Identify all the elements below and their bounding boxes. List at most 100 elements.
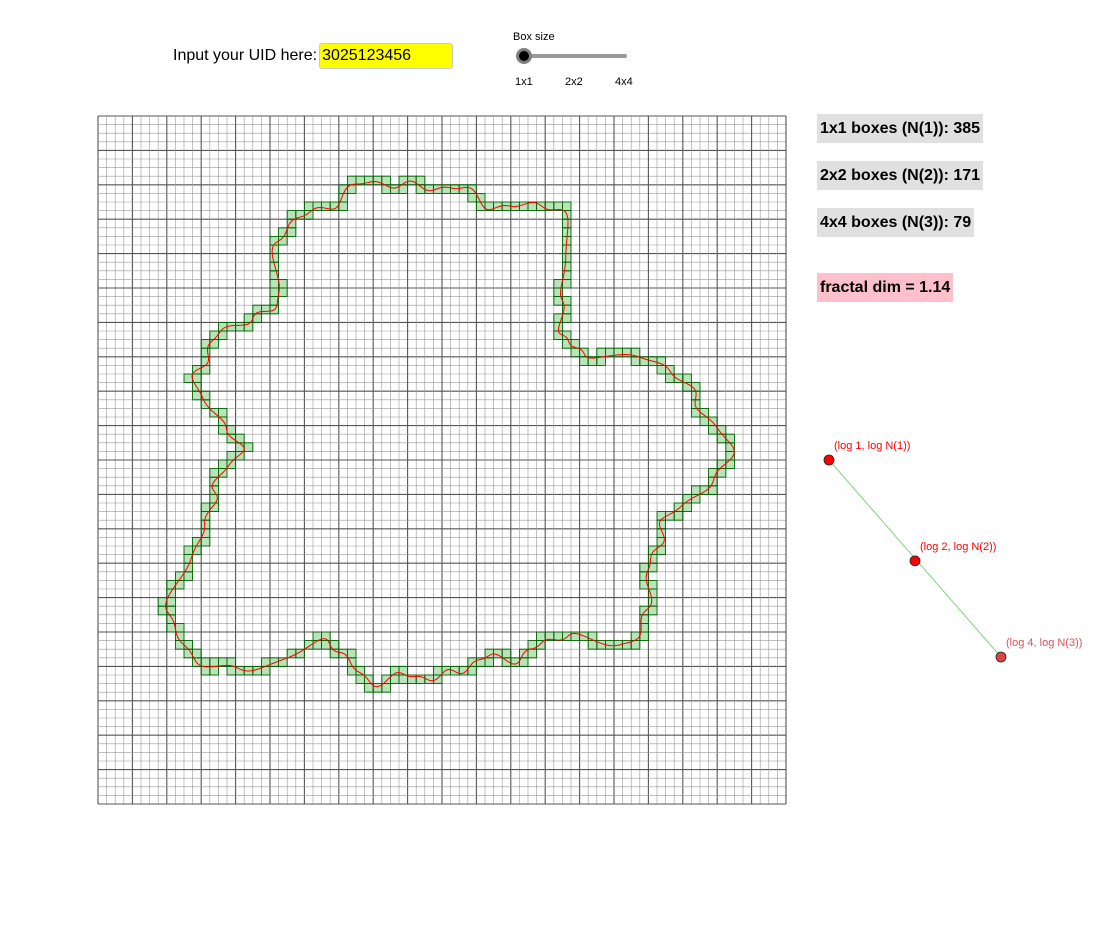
- covered-box: [691, 493, 701, 504]
- covered-box: [561, 201, 572, 212]
- box-counting-grid: [97, 115, 787, 805]
- covered-box: [364, 674, 374, 685]
- covered-box: [200, 339, 211, 349]
- covered-box: [252, 666, 262, 676]
- covered-box: [218, 459, 228, 470]
- grid-lines: [97, 115, 787, 805]
- box-size-slider-knob[interactable]: [516, 48, 532, 64]
- covered-box: [450, 666, 460, 676]
- covered-box: [501, 648, 512, 659]
- covered-box: [338, 201, 348, 212]
- covered-box: [622, 347, 632, 358]
- covered-box: [269, 278, 280, 289]
- covered-box: [484, 648, 495, 659]
- covered-box: [553, 330, 563, 341]
- covered-box: [561, 227, 572, 237]
- covered-box: [475, 193, 486, 203]
- box-size-label: Box size: [513, 31, 555, 43]
- covered-box: [656, 364, 667, 375]
- covered-box: [570, 347, 581, 358]
- covered-box: [708, 416, 718, 427]
- loglog-point-1[interactable]: [823, 454, 835, 466]
- covered-box: [561, 313, 572, 323]
- covered-box: [260, 304, 271, 315]
- covered-box: [699, 416, 710, 427]
- covered-box: [183, 640, 194, 650]
- uid-input[interactable]: [319, 43, 454, 69]
- covered-box: [372, 683, 383, 693]
- covered-box: [278, 278, 288, 289]
- loglog-point-3[interactable]: [995, 651, 1007, 663]
- covered-box: [286, 227, 297, 237]
- covered-box: [648, 554, 658, 564]
- covered-box: [226, 666, 237, 676]
- covered-box: [381, 674, 391, 685]
- covered-box: [200, 502, 211, 513]
- covered-box: [209, 339, 219, 349]
- covered-box: [458, 184, 469, 194]
- covered-box: [484, 657, 495, 667]
- covered-box: [432, 184, 443, 194]
- covered-box: [346, 648, 357, 659]
- loglog-point-2[interactable]: [909, 555, 921, 567]
- covered-box: [209, 485, 219, 495]
- covered-box: [243, 442, 254, 452]
- stat-n2: 2x2 boxes (N(2)): 171: [817, 161, 984, 190]
- loglog-point-label-3: (log 4, log N(3)): [1006, 637, 1082, 649]
- covered-box: [175, 622, 185, 633]
- covered-box: [209, 666, 219, 676]
- covered-box: [312, 640, 323, 650]
- covered-box: [175, 640, 185, 650]
- covered-box: [235, 450, 245, 461]
- covered-box: [200, 519, 211, 530]
- covered-box: [192, 648, 202, 659]
- covered-box: [372, 175, 383, 186]
- covered-box: [648, 579, 658, 590]
- covered-box: [424, 184, 434, 194]
- covered-box: [269, 253, 280, 263]
- covered-box: [269, 244, 280, 255]
- covered-box: [682, 373, 692, 384]
- covered-box: [346, 666, 357, 676]
- box-size-slider-track[interactable]: [524, 54, 627, 58]
- covered-box: [561, 278, 572, 289]
- covered-box: [467, 193, 477, 203]
- covered-box: [587, 640, 598, 650]
- slider-tick-4x4: 4x4: [615, 76, 633, 88]
- covered-box: [389, 184, 400, 194]
- covered-box: [346, 175, 357, 186]
- log-log-plot: (log 1, log N(1)) (log 2, log N(2)) (log 4…: [823, 440, 1082, 663]
- uid-label: Input your UID here:: [173, 47, 318, 64]
- covered-box: [596, 347, 606, 358]
- covered-box: [536, 640, 546, 650]
- covered-box: [200, 657, 211, 667]
- covered-box: [381, 683, 391, 693]
- stat-n3: 4x4 boxes (N(3)): 79: [817, 208, 975, 237]
- covered-box: [226, 433, 237, 444]
- covered-box: [166, 597, 176, 607]
- loglog-point-label-2: (log 2, log N(2)): [920, 541, 996, 553]
- covered-box: [303, 201, 314, 212]
- covered-box: [725, 433, 735, 444]
- loglog-point-label-1: (log 1, log N(1)): [834, 440, 910, 452]
- covered-box: [278, 287, 288, 298]
- covered-box: [673, 511, 684, 521]
- covered-box: [648, 597, 658, 607]
- covered-box: [432, 674, 443, 685]
- covered-box: [691, 407, 701, 418]
- covered-box: [269, 287, 280, 298]
- covered-box: [630, 631, 641, 642]
- stat-n1: 1x1 boxes (N(1)): 385: [817, 114, 984, 143]
- slider-tick-1x1: 1x1: [515, 76, 533, 88]
- covered-box: [209, 468, 219, 478]
- covered-box: [561, 218, 572, 229]
- covered-box: [656, 519, 667, 530]
- covered-box: [467, 657, 477, 667]
- covered-box: [579, 356, 589, 366]
- covered-box: [441, 184, 452, 194]
- covered-box: [630, 356, 641, 366]
- uid-row: Input your UID here:: [173, 42, 454, 70]
- stat-fractal-dim: fractal dim = 1.14: [817, 273, 954, 302]
- covered-box: [226, 425, 237, 435]
- covered-box: [226, 459, 237, 470]
